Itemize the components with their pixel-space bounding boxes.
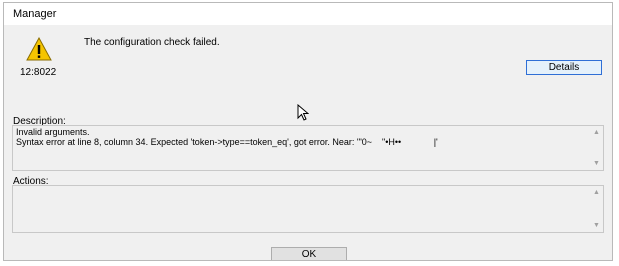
warning-triangle-icon	[26, 37, 52, 61]
details-button[interactable]: Details	[526, 60, 602, 75]
manager-dialog: Manager 12:8022 The configuration check …	[3, 2, 613, 261]
window-title: Manager	[13, 8, 57, 20]
ok-button[interactable]: OK	[271, 247, 347, 260]
description-text: Invalid arguments. Syntax error at line …	[16, 127, 438, 147]
description-scrollbar[interactable]: ▲ ▼	[590, 126, 603, 170]
scroll-down-icon[interactable]: ▼	[593, 222, 600, 229]
dialog-body: 12:8022 The configuration check failed. …	[4, 25, 612, 260]
scroll-down-icon[interactable]: ▼	[593, 160, 600, 167]
mouse-pointer-icon	[297, 104, 309, 121]
scroll-up-icon[interactable]: ▲	[593, 189, 600, 196]
title-bar[interactable]: Manager	[4, 3, 612, 24]
error-code: 12:8022	[20, 67, 57, 78]
scroll-up-icon[interactable]: ▲	[593, 129, 600, 136]
error-message: The configuration check failed.	[84, 37, 220, 48]
actions-textbox[interactable]: ▲ ▼	[12, 185, 604, 233]
description-textbox[interactable]: Invalid arguments. Syntax error at line …	[12, 125, 604, 171]
actions-scrollbar[interactable]: ▲ ▼	[590, 186, 603, 232]
